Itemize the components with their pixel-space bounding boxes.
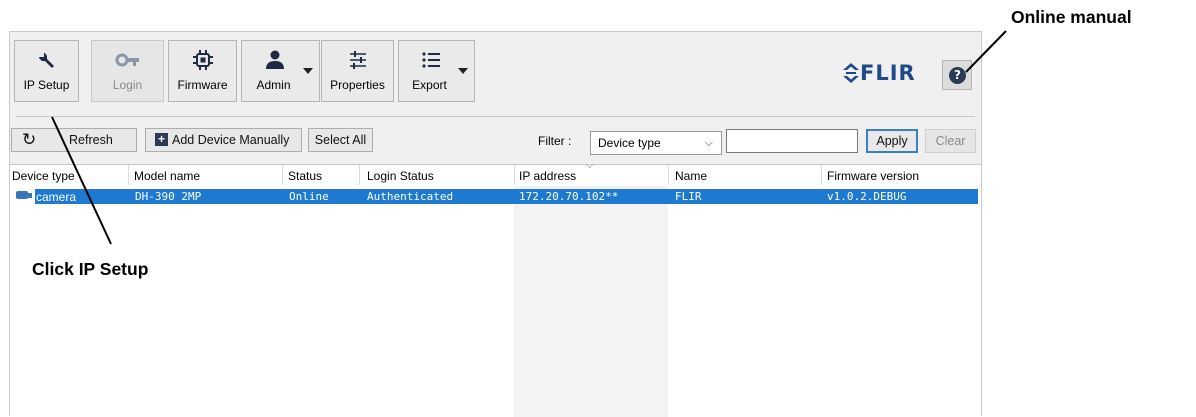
export-button[interactable]: Export xyxy=(398,40,475,102)
login-label: Login xyxy=(112,78,143,92)
header-ip-address[interactable]: IP address xyxy=(519,169,576,183)
ip-column-highlight xyxy=(514,186,668,417)
chevron-down-icon xyxy=(458,68,468,74)
header-model-name[interactable]: Model name xyxy=(134,169,200,183)
toolbar-divider xyxy=(16,116,975,117)
flir-emblem-icon xyxy=(843,63,859,83)
select-all-label: Select All xyxy=(314,133,367,147)
column-divider xyxy=(359,165,360,185)
add-device-manually-button[interactable]: + Add Device Manually xyxy=(145,128,302,152)
filter-value: Device type xyxy=(598,136,661,150)
ip-setup-label: IP Setup xyxy=(23,78,70,92)
header-name[interactable]: Name xyxy=(675,169,707,183)
device-table[interactable]: Device type Model name Status Login Stat… xyxy=(10,160,981,417)
admin-button[interactable]: Admin xyxy=(241,40,320,102)
click-ip-setup-annotation: Click IP Setup xyxy=(32,259,149,279)
apply-label: Apply xyxy=(876,134,908,148)
chevron-down-icon xyxy=(303,68,313,74)
header-status[interactable]: Status xyxy=(288,169,322,183)
select-all-button[interactable]: Select All xyxy=(308,128,373,152)
column-divider xyxy=(514,165,515,185)
chip-icon xyxy=(192,49,214,74)
filter-text-input[interactable] xyxy=(726,129,858,153)
column-divider xyxy=(668,165,669,185)
clear-label: Clear xyxy=(935,134,966,148)
refresh-button[interactable]: ↻ Refresh xyxy=(11,128,137,152)
wrench-icon xyxy=(36,49,58,74)
camera-icon xyxy=(16,191,28,199)
firmware-button[interactable]: Firmware xyxy=(168,40,237,102)
help-button[interactable]: ? xyxy=(942,60,972,90)
ip-setup-button[interactable]: IP Setup xyxy=(14,40,79,102)
app-window: IP Setup Login Firmware Admin Properties… xyxy=(9,31,982,417)
header-login-status[interactable]: Login Status xyxy=(367,169,434,183)
camera-lens-icon xyxy=(28,193,32,198)
filter-label: Filter : xyxy=(538,134,572,148)
export-label: Export xyxy=(412,78,447,92)
cell-firmware-version: v1.0.2.DEBUG xyxy=(827,190,907,203)
refresh-icon: ↻ xyxy=(22,130,37,150)
properties-button[interactable]: Properties xyxy=(321,40,394,102)
question-icon: ? xyxy=(949,67,966,84)
add-device-label: Add Device Manually xyxy=(172,133,290,147)
cell-model-name: DH-390 2MP xyxy=(135,190,202,203)
add-icon: + xyxy=(155,133,168,146)
sliders-icon xyxy=(347,49,369,74)
firmware-label: Firmware xyxy=(177,78,228,92)
properties-label: Properties xyxy=(330,78,385,92)
header-device-type[interactable]: Device type xyxy=(12,169,75,183)
clear-button[interactable]: Clear xyxy=(925,129,976,153)
cell-status: Online xyxy=(289,190,329,203)
user-icon xyxy=(264,49,286,74)
cell-login-status: Authenticated xyxy=(367,190,454,203)
header-firmware-version[interactable]: Firmware version xyxy=(827,169,919,183)
cell-device-type: camera xyxy=(36,190,77,204)
list-icon xyxy=(420,49,442,74)
column-divider xyxy=(128,165,129,185)
cell-ip-address: 172.20.70.102** xyxy=(519,190,619,203)
filter-select[interactable]: Device type ⌵ xyxy=(590,131,722,155)
column-divider xyxy=(821,165,822,185)
flir-wordmark: FLIR xyxy=(860,61,916,85)
apply-button[interactable]: Apply xyxy=(866,129,918,153)
login-button[interactable]: Login xyxy=(91,40,164,102)
cell-name: FLIR xyxy=(675,190,702,203)
admin-label: Admin xyxy=(256,78,291,92)
column-divider xyxy=(282,165,283,185)
key-icon xyxy=(115,49,141,74)
refresh-label: Refresh xyxy=(69,133,113,147)
chevron-down-icon: ⌵ xyxy=(704,137,713,149)
online-manual-annotation: Online manual xyxy=(1011,7,1132,27)
sort-indicator-icon: ⌵ xyxy=(586,160,594,171)
